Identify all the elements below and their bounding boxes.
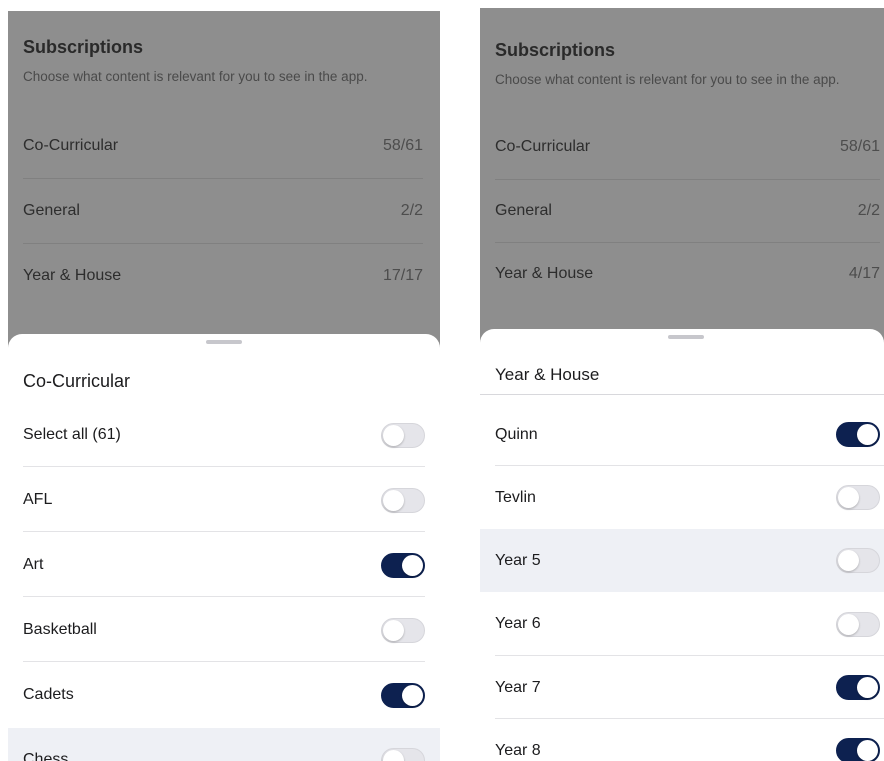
subscriptions-title: Subscriptions [495, 40, 616, 60]
toggle-label: Chess [23, 751, 69, 761]
sheet-grabber-handle[interactable] [206, 340, 242, 344]
divider [23, 661, 425, 662]
toggle-knob [857, 677, 878, 698]
toggle-switch[interactable] [381, 487, 425, 513]
toggle-knob [838, 487, 859, 508]
divider [23, 531, 425, 532]
subscription-row-general[interactable]: General 2/2 [23, 179, 423, 243]
toggle-knob [383, 619, 404, 641]
subscription-row-co-curricular[interactable]: Co-Curricular 58/61 [495, 115, 880, 179]
toggle-label: Year 7 [495, 678, 541, 696]
toggle-label: Art [23, 556, 44, 573]
toggle-label: Select all (61) [23, 426, 121, 443]
subscription-count: 4/17 [848, 265, 880, 282]
sheet-title: Year & House [495, 365, 600, 384]
toggle-switch[interactable] [381, 552, 425, 578]
subscription-count: 2/2 [857, 202, 880, 219]
toggle-knob [383, 489, 404, 511]
toggle-row-year-6[interactable]: Year 6 [480, 592, 884, 656]
toggle-row-cadets[interactable]: Cadets [8, 663, 440, 727]
subscription-count: 17/17 [382, 267, 423, 284]
sheet-grabber-handle[interactable] [668, 335, 704, 339]
toggle-label: Basketball [23, 621, 97, 638]
toggle-row-chess[interactable]: Chess [8, 728, 440, 761]
subscriptions-title: Subscriptions [23, 37, 144, 57]
toggle-switch[interactable] [836, 422, 880, 447]
toggle-row-year-8[interactable]: Year 8 [480, 719, 884, 761]
toggle-label: Year 5 [495, 551, 541, 569]
toggle-switch[interactable] [381, 422, 425, 448]
toggle-switch[interactable] [836, 485, 880, 510]
toggle-row-tevlin[interactable]: Tevlin [480, 466, 884, 529]
toggle-row-year-5[interactable]: Year 5 [480, 529, 884, 592]
right-screen: Subscriptions Choose what content is rel… [480, 8, 884, 761]
subscription-count: 58/61 [839, 138, 880, 155]
toggle-switch[interactable] [381, 747, 425, 761]
subscription-row-year-house[interactable]: Year & House 17/17 [23, 244, 423, 308]
toggle-row-quinn[interactable]: Quinn [480, 403, 884, 466]
toggle-knob [383, 424, 404, 446]
subscription-label: Year & House [495, 265, 594, 282]
toggle-label: AFL [23, 491, 53, 508]
toggle-switch[interactable] [381, 682, 425, 708]
bottom-sheet: Year & House Quinn Tevlin Year 5 Year 6 … [480, 329, 884, 761]
toggle-row-basketball[interactable]: Basketball [8, 598, 440, 662]
toggle-knob [838, 613, 859, 635]
toggle-knob [857, 424, 878, 445]
subscriptions-description: Choose what content is relevant for you … [23, 69, 368, 84]
toggle-knob [857, 740, 878, 761]
subscription-row-co-curricular[interactable]: Co-Curricular 58/61 [23, 114, 423, 178]
sheet-header-divider [480, 394, 884, 395]
toggle-row-afl[interactable]: AFL [8, 468, 440, 532]
subscription-label: General [23, 202, 80, 219]
toggle-switch[interactable] [836, 548, 880, 573]
toggle-switch[interactable] [381, 617, 425, 643]
toggle-switch[interactable] [836, 675, 880, 700]
subscription-row-year-house[interactable]: Year & House 4/17 [495, 242, 880, 306]
toggle-knob [402, 554, 423, 576]
subscription-row-general[interactable]: General 2/2 [495, 179, 880, 243]
subscription-count: 58/61 [382, 137, 423, 154]
toggle-switch[interactable] [836, 611, 880, 637]
toggle-row-art[interactable]: Art [8, 533, 440, 597]
subscription-label: Year & House [23, 267, 122, 284]
toggle-label: Tevlin [495, 488, 536, 506]
subscription-label: Co-Curricular [495, 138, 591, 155]
toggle-knob [402, 684, 423, 706]
divider [23, 466, 425, 467]
toggle-row-select-all[interactable]: Select all (61) [8, 403, 440, 467]
toggle-label: Cadets [23, 686, 74, 703]
subscription-label: General [495, 202, 552, 219]
toggle-knob [383, 749, 404, 761]
toggle-knob [838, 550, 859, 571]
subscriptions-description: Choose what content is relevant for you … [495, 72, 840, 87]
subscription-label: Co-Curricular [23, 137, 119, 154]
toggle-switch[interactable] [836, 738, 880, 761]
toggle-label: Year 8 [495, 741, 541, 759]
sheet-title: Co-Curricular [23, 371, 131, 391]
left-screen: Subscriptions Choose what content is rel… [8, 11, 440, 761]
toggle-label: Year 6 [495, 615, 541, 632]
bottom-sheet: Co-Curricular Select all (61) AFL Art Ba… [8, 334, 440, 761]
toggle-label: Quinn [495, 425, 538, 443]
divider [23, 596, 425, 597]
subscription-count: 2/2 [400, 202, 423, 219]
toggle-row-year-7[interactable]: Year 7 [480, 656, 884, 719]
